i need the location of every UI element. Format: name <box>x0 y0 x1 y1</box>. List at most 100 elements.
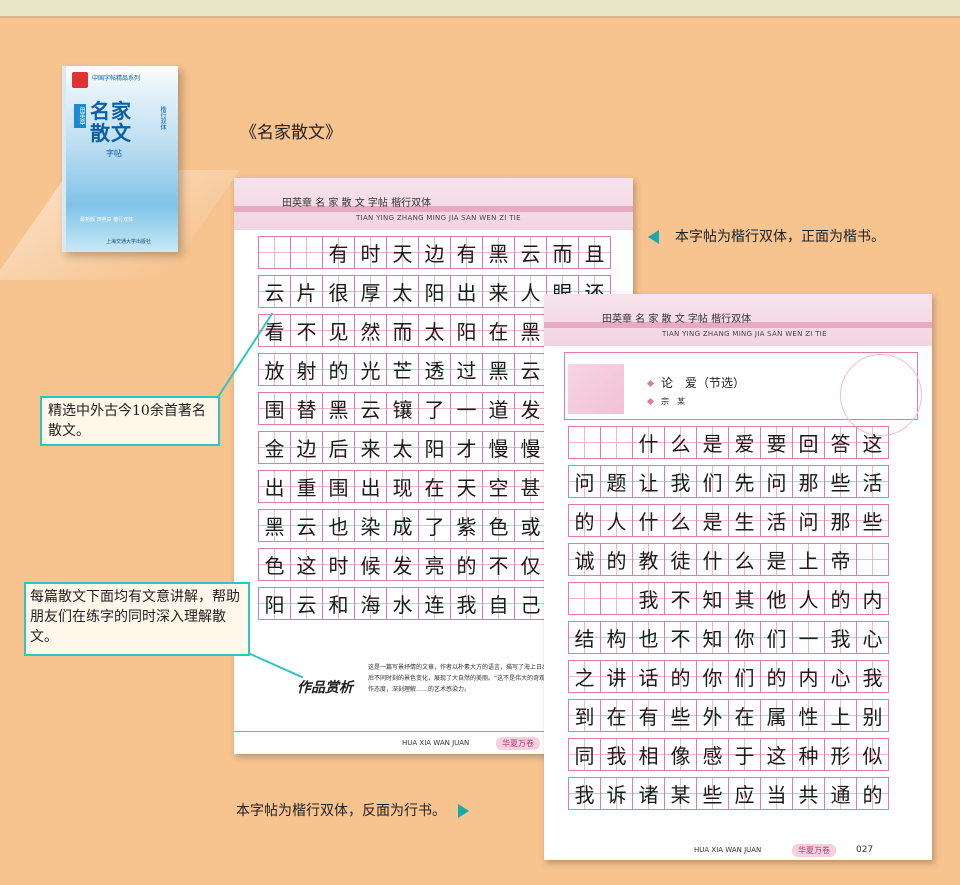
grid-cell: 应 <box>728 777 761 810</box>
practice-character: 在 <box>488 320 509 344</box>
grid-cell: 么 <box>664 504 697 537</box>
grid-cell: 黑 <box>514 314 547 347</box>
practice-character: 话 <box>638 666 659 690</box>
grid-cell: 己 <box>514 587 547 620</box>
practice-character: 感 <box>702 744 723 768</box>
grid-cell: 之 <box>568 660 601 693</box>
practice-character: 是 <box>702 432 723 456</box>
grid-cell: 帝 <box>824 543 857 576</box>
practice-character: 己 <box>520 593 541 617</box>
grid-cell: 染 <box>354 509 387 542</box>
practice-character: 结 <box>574 627 595 651</box>
grid-cell: 相 <box>632 738 665 771</box>
grid-cell: 太 <box>386 431 419 464</box>
grid-cell: 心 <box>856 621 889 654</box>
grid-cell: 见 <box>322 314 355 347</box>
grid-cell: 这 <box>760 738 793 771</box>
grid-cell: 在 <box>418 470 451 503</box>
practice-character: 阳 <box>456 320 477 344</box>
practice-character: 紫 <box>456 515 477 539</box>
practice-character: 们 <box>702 471 723 495</box>
practice-character: 什 <box>702 549 723 573</box>
practice-character: 光 <box>360 359 381 383</box>
grid-cell: 我 <box>568 777 601 810</box>
practice-character: 共 <box>798 783 819 807</box>
grid-cell: 我 <box>824 621 857 654</box>
practice-character: 有 <box>328 242 349 266</box>
grid-cell: 出 <box>450 275 483 308</box>
grid-cell: 边 <box>290 431 323 464</box>
poem-title-text: 论 爱（节选） <box>661 376 746 390</box>
callout-selection: 精选中外古今10余首著名散文。 <box>40 396 220 446</box>
grid-cell: 放 <box>258 353 291 386</box>
grid-cell: 的 <box>824 582 857 615</box>
practice-character: 应 <box>734 783 755 807</box>
page-header-pinyin: TIAN YING ZHANG MING JIA SAN WEN ZI TIE <box>662 330 827 338</box>
practice-character: 这 <box>296 554 317 578</box>
grid-cell: 诉 <box>600 777 633 810</box>
note-front-text: 本字帖为楷行双体，正面为楷书。 <box>675 229 885 245</box>
practice-character: 发 <box>392 554 413 578</box>
triangle-left-icon <box>648 230 659 244</box>
grid-cell: 一 <box>450 392 483 425</box>
practice-character: 活 <box>766 510 787 534</box>
grid-cell: 内 <box>856 582 889 615</box>
practice-character: 黑 <box>328 398 349 422</box>
practice-character: 爱 <box>734 432 755 456</box>
cover-subtitle: 字帖 <box>106 149 122 158</box>
grid-cell: 道 <box>482 392 515 425</box>
grid-cell: 金 <box>258 431 291 464</box>
practice-character: 而 <box>392 320 413 344</box>
practice-character: 讲 <box>606 666 627 690</box>
practice-character: 而 <box>552 242 573 266</box>
practice-character: 黑 <box>488 242 509 266</box>
practice-character: 我 <box>830 627 851 651</box>
practice-character: 出 <box>264 476 285 500</box>
grid-cell: 些 <box>696 777 729 810</box>
grid-row: 的人什么是生活问那些 <box>568 504 889 537</box>
practice-character: 且 <box>584 242 605 266</box>
grid-cell: 于 <box>728 738 761 771</box>
grid-cell: 们 <box>728 660 761 693</box>
practice-character: 黑 <box>520 320 541 344</box>
practice-character: 见 <box>328 320 349 344</box>
grid-cell: 云 <box>354 392 387 425</box>
practice-character: 的 <box>670 666 691 690</box>
grid-cell: 你 <box>696 660 729 693</box>
grid-cell: 的 <box>568 504 601 537</box>
grid-cell: 外 <box>696 699 729 732</box>
practice-character: 徒 <box>670 549 691 573</box>
practice-character: 通 <box>830 783 851 807</box>
grid-row: 同我相像感于这种形似 <box>568 738 889 771</box>
practice-character: 的 <box>328 359 349 383</box>
grid-cell: 题 <box>600 465 633 498</box>
practice-character: 题 <box>606 471 627 495</box>
grid-cell: 的 <box>450 548 483 581</box>
practice-character: 天 <box>456 476 477 500</box>
grid-cell: 围 <box>322 470 355 503</box>
grid-cell: 爱 <box>728 426 761 459</box>
grid-cell: 黑 <box>322 392 355 425</box>
footer-pinyin: HUA XIA WAN JUAN <box>694 846 762 854</box>
practice-character: 先 <box>734 471 755 495</box>
grid-cell: 或 <box>514 509 547 542</box>
practice-character: 问 <box>798 510 819 534</box>
practice-character: 有 <box>638 705 659 729</box>
grid-row: 之讲话的你们的内心我 <box>568 660 889 693</box>
practice-character: 相 <box>638 744 659 768</box>
practice-character: 然 <box>360 320 381 344</box>
practice-character: 厚 <box>360 281 381 305</box>
practice-character: 上 <box>798 549 819 573</box>
grid-cell: 性 <box>792 699 825 732</box>
grid-row: 我不知其他人的内 <box>568 582 889 615</box>
practice-character: 人 <box>798 588 819 612</box>
practice-character: 时 <box>360 242 381 266</box>
grid-cell: 阳 <box>418 275 451 308</box>
grid-cell: 那 <box>792 465 825 498</box>
grid-cell: 结 <box>568 621 601 654</box>
practice-character: 的 <box>862 783 883 807</box>
practice-character: 成 <box>392 515 413 539</box>
practice-character: 像 <box>670 744 691 768</box>
grid-cell <box>856 543 889 576</box>
grid-cell: 似 <box>856 738 889 771</box>
